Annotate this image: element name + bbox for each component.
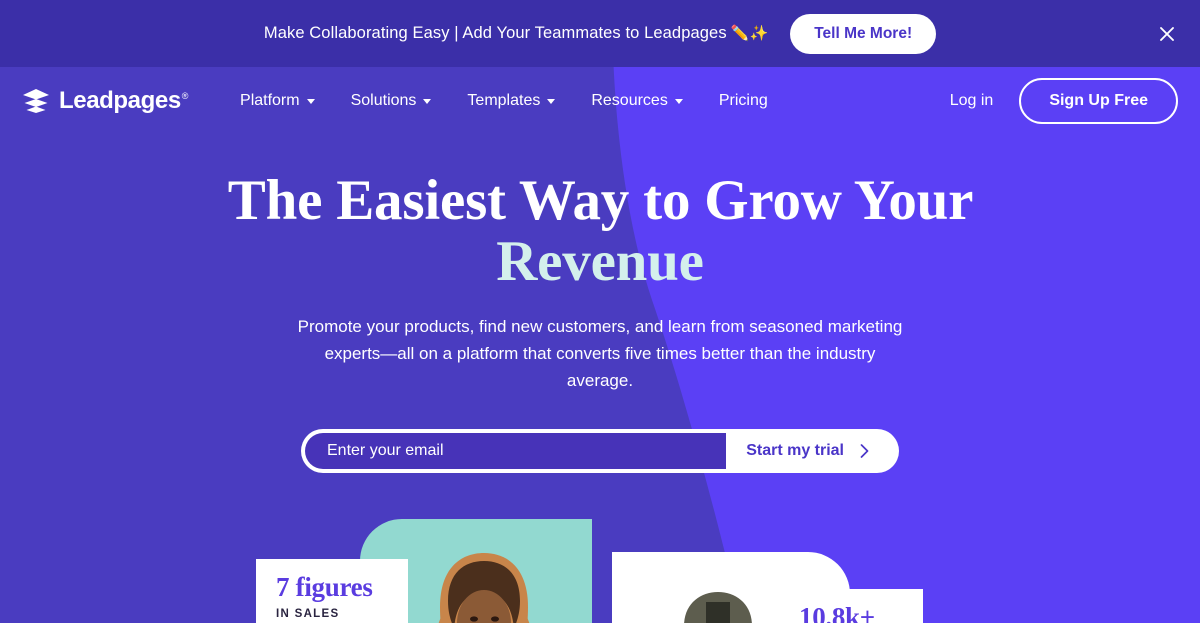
pencil-sparkles-emoji: ✏️✨	[730, 25, 769, 42]
page-title: The Easiest Way to Grow Your Revenue	[140, 170, 1060, 292]
chevron-down-icon	[423, 99, 432, 104]
headline-line-1: The Easiest Way to Grow Your	[227, 169, 973, 232]
announcement-text: Make Collaborating Easy | Add Your Teamm…	[263, 24, 769, 42]
announcement-banner-content: Make Collaborating Easy | Add Your Teamm…	[263, 13, 937, 54]
nav-item-label: Solutions	[350, 91, 417, 109]
chevron-down-icon	[547, 99, 556, 104]
start-my-trial-button[interactable]: Start my trial	[726, 432, 895, 469]
chevron-down-icon	[306, 99, 315, 104]
nav-item-label: Resources	[591, 91, 668, 109]
start-my-trial-label: Start my trial	[746, 441, 844, 459]
hero-section: The Easiest Way to Grow Your Revenue Pro…	[0, 134, 1200, 473]
nav-item-templates[interactable]: Templates	[449, 92, 573, 110]
person-portrait-icon	[438, 553, 530, 623]
nav-item-platform[interactable]: Platform	[222, 92, 333, 110]
chevron-down-icon	[674, 99, 683, 104]
chevron-right-icon	[860, 443, 869, 458]
nav-item-label: Platform	[240, 91, 300, 109]
person-with-cap-icon	[684, 592, 752, 623]
main-navigation: Leadpages® Platform Solutions Templates …	[0, 67, 1200, 134]
logo-wordmark: Leadpages®	[59, 86, 189, 114]
nav-item-label: Pricing	[718, 91, 768, 109]
hero-subheading: Promote your products, find new customer…	[297, 316, 903, 390]
log-in-link[interactable]: Log in	[950, 92, 994, 110]
email-signup-form: Start my trial	[301, 428, 899, 473]
sign-up-free-button[interactable]: Sign Up Free	[1019, 77, 1178, 124]
nav-item-label: Templates	[467, 91, 541, 109]
stat-card-sales: 7 figures IN SALES	[256, 559, 408, 623]
nav-links: Platform Solutions Templates Resources P…	[222, 92, 786, 110]
tell-me-more-button[interactable]: Tell Me More!	[790, 13, 937, 54]
page-root: Make Collaborating Easy | Add Your Teamm…	[0, 0, 1200, 623]
stat-value: 7 figures	[276, 572, 373, 602]
stat-value: 10.8k+	[799, 602, 875, 623]
nav-item-solutions[interactable]: Solutions	[333, 92, 450, 110]
leadpages-logo[interactable]: Leadpages®	[22, 87, 188, 115]
headline-accent-word: Revenue	[496, 229, 704, 293]
stat-label: IN SALES	[276, 608, 340, 621]
announcement-banner: Make Collaborating Easy | Add Your Teamm…	[0, 0, 1200, 67]
nav-actions: Log in Sign Up Free	[950, 77, 1178, 124]
email-input[interactable]	[305, 432, 727, 469]
nav-item-pricing[interactable]: Pricing	[701, 92, 786, 110]
registered-mark: ®	[181, 90, 189, 101]
close-icon[interactable]	[1150, 17, 1184, 51]
stat-card-subscribers: 10.8k+	[779, 589, 923, 623]
nav-item-resources[interactable]: Resources	[573, 92, 700, 110]
stacked-layers-icon	[23, 88, 49, 113]
